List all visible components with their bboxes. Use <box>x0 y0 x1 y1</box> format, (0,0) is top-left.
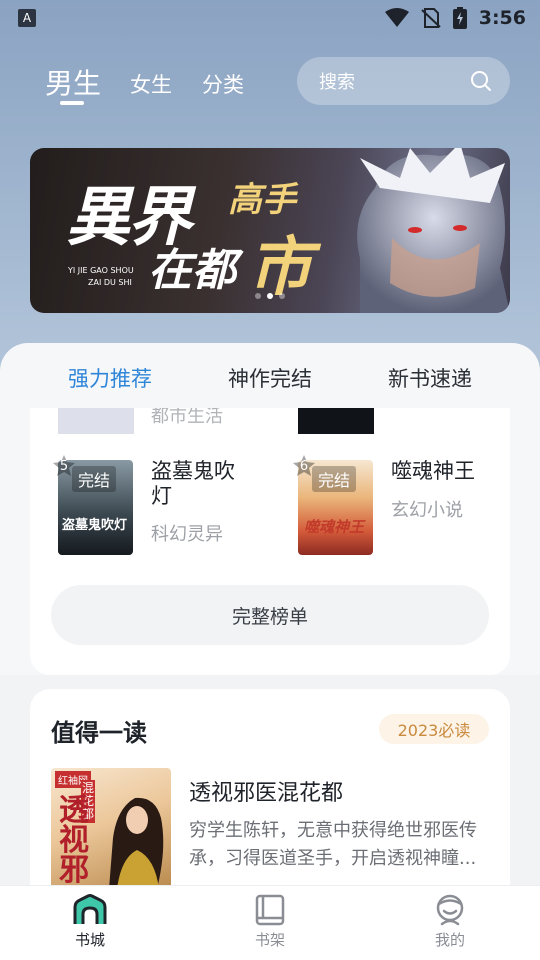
tab-strong-recommend[interactable]: 强力推荐 <box>68 363 152 393</box>
rank-badge: 6 <box>292 454 316 478</box>
search-bar[interactable]: 搜索 <box>297 57 510 105</box>
active-tab-indicator <box>60 101 84 105</box>
tab-new-books[interactable]: 新书速递 <box>388 363 472 393</box>
banner-dot <box>255 293 261 299</box>
tab-female[interactable]: 女生 <box>130 69 172 99</box>
book-category: 玄幻小说 <box>391 500 463 521</box>
cover-title: 噬魂神王 <box>304 518 365 536</box>
search-placeholder: 搜索 <box>319 72 355 93</box>
promo-banner[interactable]: 異界 高手 在都 市 YI JIE GAO SHOU ZAI DU SHI <box>30 148 510 313</box>
no-sim-icon <box>421 8 441 28</box>
banner-pinyin-2: ZAI DU SHI <box>88 278 132 287</box>
ranking-list: 都市生活 完结 盗墓鬼吹灯 5 盗墓鬼吹灯 科幻灵异 完结 噬魂神王 6 噬魂神… <box>30 408 510 675</box>
battery-charging-icon <box>452 7 467 29</box>
bookstore-icon <box>73 894 107 924</box>
book-cover-partial[interactable] <box>298 408 374 434</box>
banner-dot-active <box>267 293 273 299</box>
nav-label: 书城 <box>74 931 105 949</box>
nav-label: 书架 <box>254 931 285 949</box>
banner-pager <box>30 293 510 299</box>
nav-profile[interactable]: 我的 <box>400 894 500 950</box>
nav-bookshelf[interactable]: 书架 <box>220 894 320 950</box>
book-title: 噬魂神王 <box>391 459 475 483</box>
banner-pinyin-1: YI JIE GAO SHOU <box>68 266 134 275</box>
book-category-partial: 都市生活 <box>151 408 223 427</box>
cover-title: 盗墓鬼吹灯 <box>62 518 128 533</box>
ranking-tabs: 强力推荐 神作完结 新书速递 <box>0 363 540 397</box>
app-notification-icon: A <box>18 9 36 27</box>
wifi-icon <box>384 8 409 27</box>
rank-badge: 5 <box>52 454 76 478</box>
banner-title-line2: 高手 <box>228 180 296 220</box>
book-cover-partial[interactable] <box>58 408 134 434</box>
nav-bookstore[interactable]: 书城 <box>40 894 140 950</box>
tab-category[interactable]: 分类 <box>202 69 244 99</box>
book-title[interactable]: 透视邪医混花都 <box>189 775 343 807</box>
book-title: 盗墓鬼吹灯 <box>151 459 235 508</box>
ranking-book-item[interactable]: 完结 噬魂神王 6 噬魂神王 玄幻小说 <box>293 455 510 556</box>
worth-reading-section: 值得一读 2023必读 红袖网 混花都 透视邪医 透视邪医混花都 穷学生陈轩，无… <box>30 689 510 889</box>
book-category: 科幻灵异 <box>151 524 223 545</box>
bottom-navigation: 书城 书架 我的 <box>0 885 540 960</box>
year-badge: 2023必读 <box>379 714 489 744</box>
top-navigation: 男生 女生 分类 搜索 <box>0 56 540 108</box>
bookshelf-icon <box>255 894 285 926</box>
tab-completed-masterpieces[interactable]: 神作完结 <box>228 363 312 393</box>
nav-label: 我的 <box>434 931 465 949</box>
profile-icon <box>436 894 464 926</box>
banner-dot <box>279 293 285 299</box>
book-cover[interactable]: 红袖网 混花都 透视邪医 <box>51 768 171 889</box>
ranking-section: 强力推荐 神作完结 新书速递 都市生活 完结 盗墓鬼吹灯 5 盗墓鬼吹灯 科幻灵… <box>0 343 540 675</box>
search-icon <box>471 71 491 91</box>
banner-title-line3: 在都 <box>148 245 236 296</box>
completed-tag: 完结 <box>72 466 117 492</box>
ranking-book-item[interactable]: 完结 盗墓鬼吹灯 5 盗墓鬼吹灯 科幻灵异 <box>53 455 288 556</box>
tab-male[interactable]: 男生 <box>45 62 101 102</box>
status-bar: A 3:56 <box>0 0 540 36</box>
section-title: 值得一读 <box>51 719 147 747</box>
full-list-button[interactable]: 完整榜单 <box>51 585 489 645</box>
clock: 3:56 <box>478 7 526 29</box>
book-description: 穷学生陈轩，无意中获得绝世邪医传承，习得医道圣手，开启透视神瞳... <box>189 820 477 869</box>
cover-character-illustration <box>109 797 164 889</box>
completed-tag: 完结 <box>312 466 357 492</box>
